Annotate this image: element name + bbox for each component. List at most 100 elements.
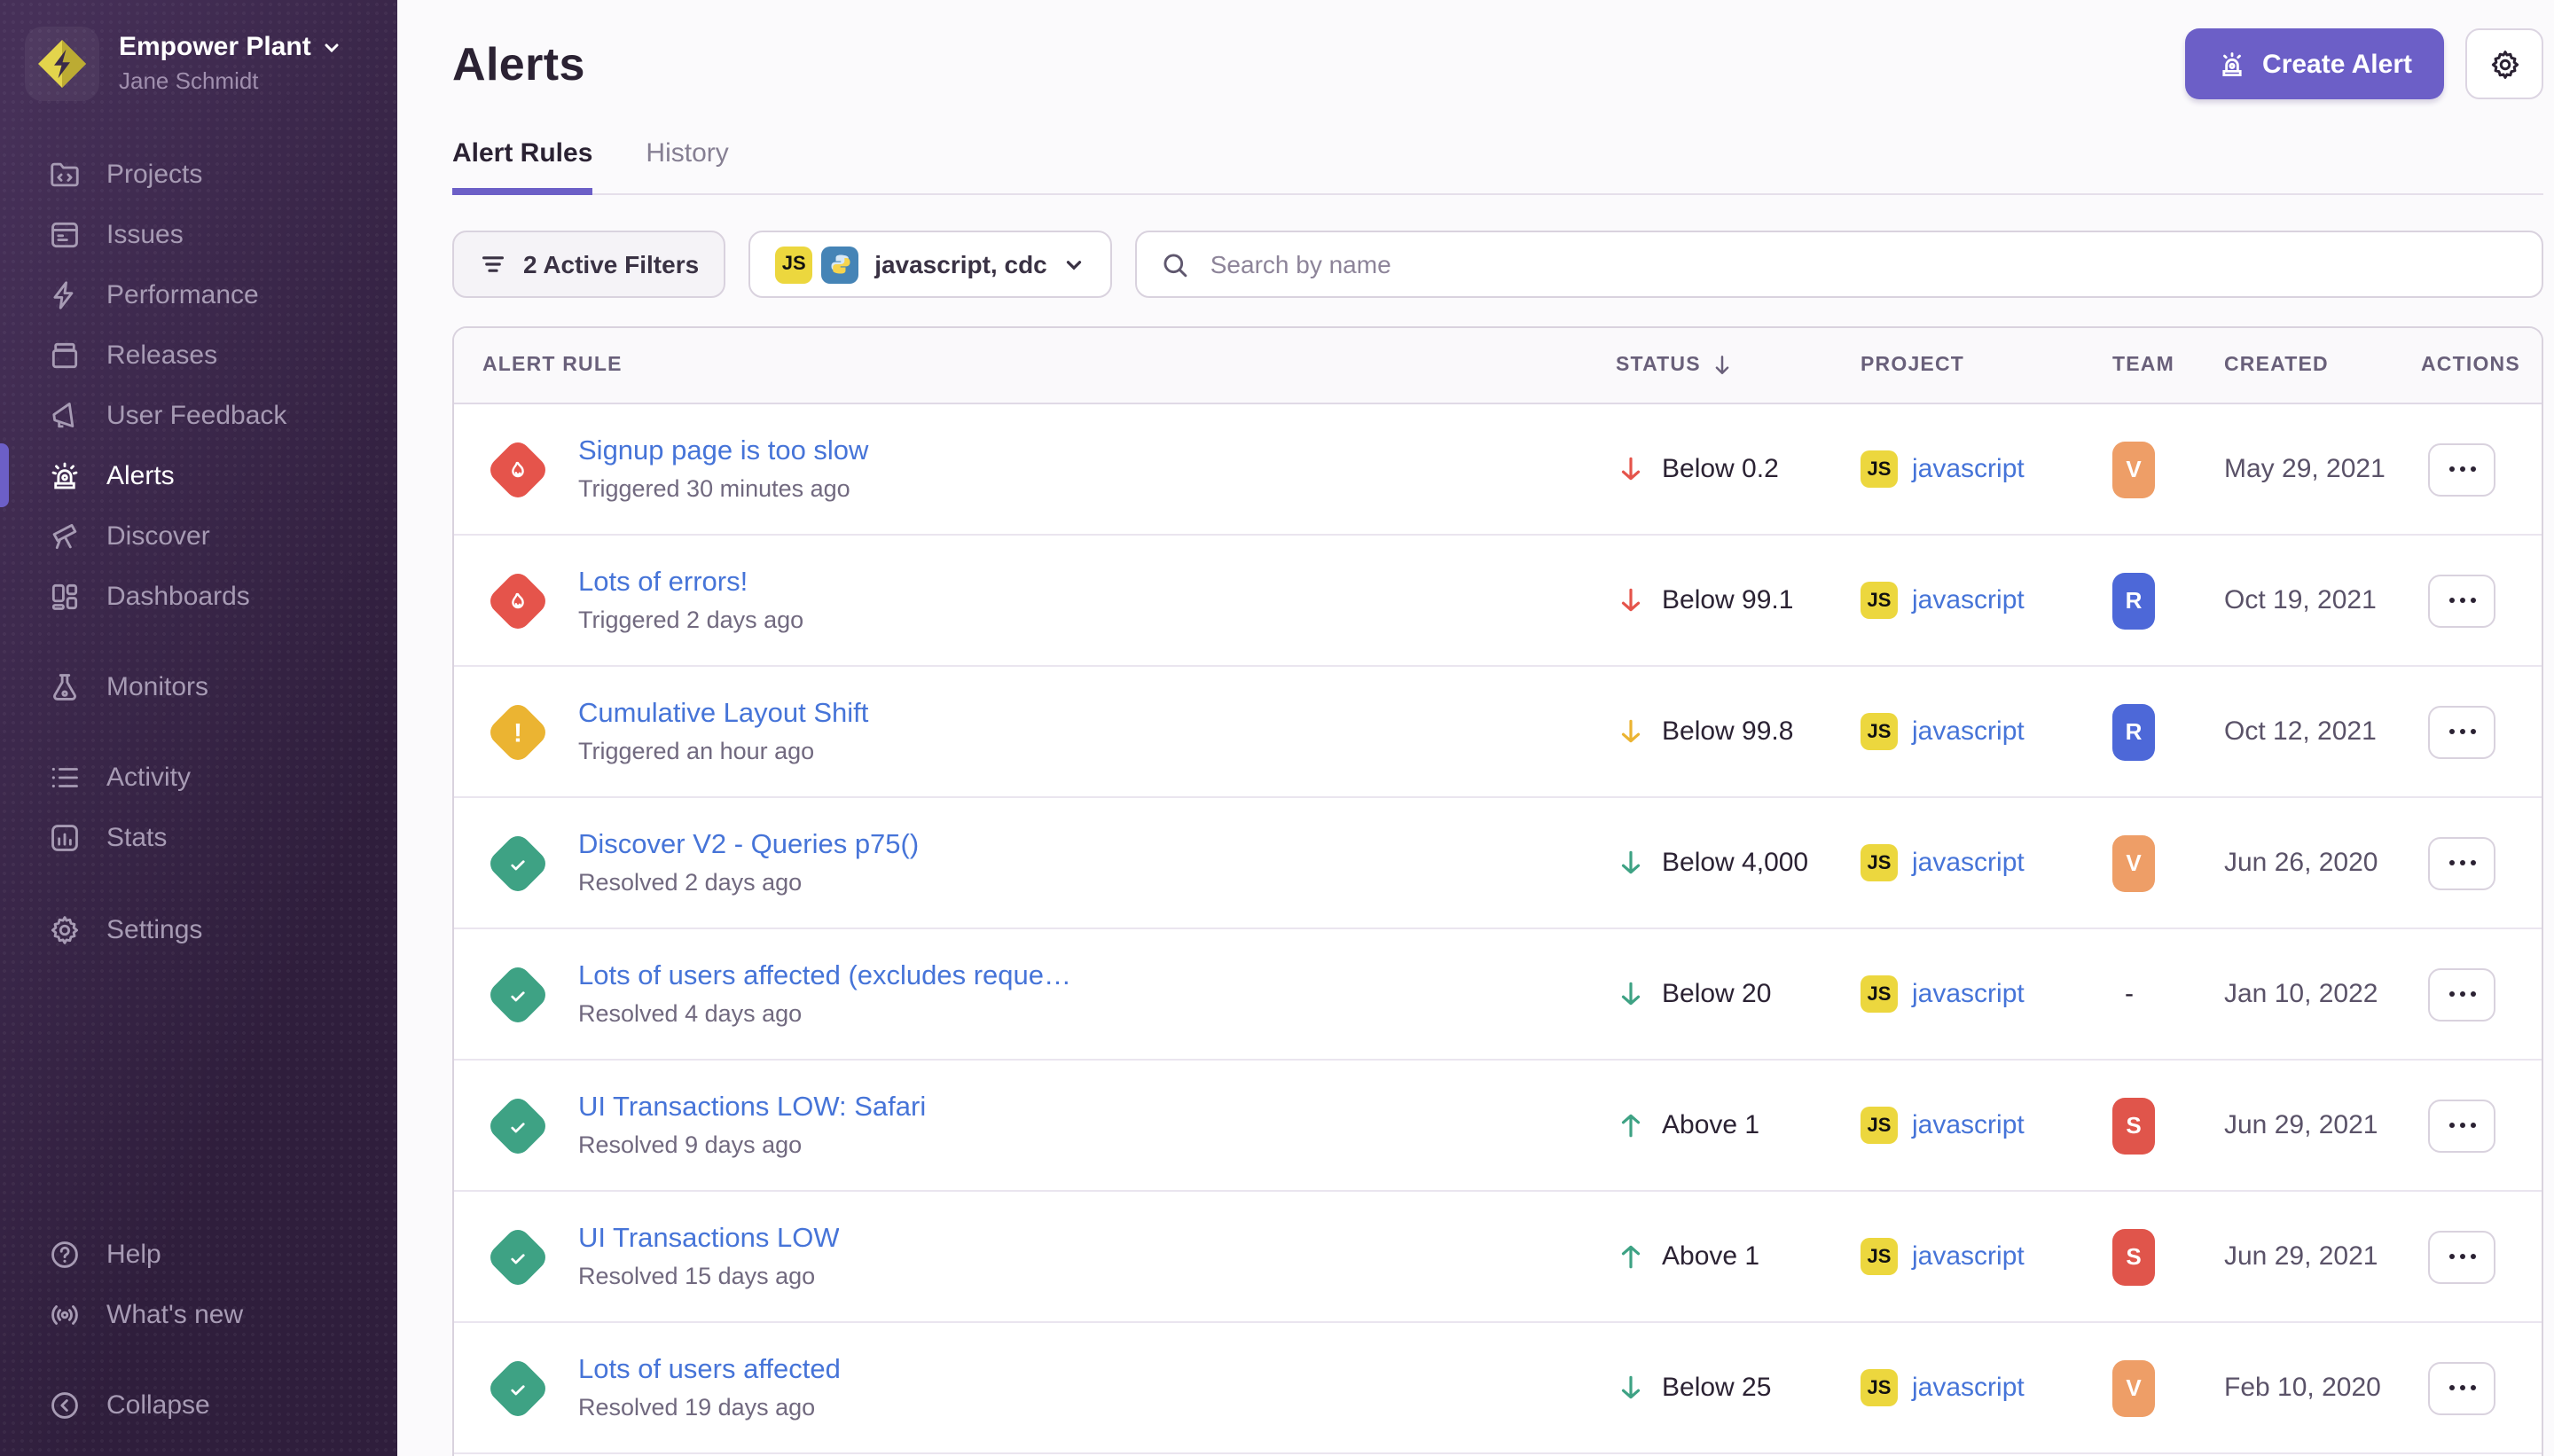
alert-rule-subtext: Resolved 9 days ago (578, 1131, 926, 1158)
column-header-created: CREATED (2224, 355, 2421, 376)
status-threshold: Above 1 (1662, 1110, 1759, 1140)
resolved-check-icon (485, 1092, 551, 1158)
org-switcher[interactable]: Empower Plant Jane Schmidt (0, 0, 397, 119)
sidebar-item-dashboards[interactable]: Dashboards (0, 566, 397, 626)
sidebar-item-discover[interactable]: Discover (0, 505, 397, 566)
sidebar-item-help[interactable]: Help (0, 1224, 397, 1284)
project-link[interactable]: javascript (1912, 1373, 2025, 1403)
folder-code-icon (46, 156, 82, 192)
sidebar-item-activity[interactable]: Activity (0, 747, 397, 807)
sidebar-item-projects[interactable]: Projects (0, 144, 397, 204)
sidebar-item-whats-new[interactable]: What's new (0, 1284, 397, 1344)
chevron-left-circle-icon (46, 1387, 82, 1422)
active-filters-button[interactable]: 2 Active Filters (452, 231, 725, 298)
row-actions-button[interactable] (2428, 1361, 2495, 1414)
row-actions-button[interactable] (2428, 836, 2495, 889)
alert-rule-subtext: Triggered 30 minutes ago (578, 475, 868, 502)
arrow-down-icon (1616, 979, 1646, 1009)
status-threshold: Below 4,000 (1662, 848, 1808, 878)
row-actions-button[interactable] (2428, 967, 2495, 1021)
arrow-down-icon (1616, 1373, 1646, 1403)
status-threshold: Below 20 (1662, 979, 1771, 1009)
main-content: Alerts Create Alert Alert Rules History … (397, 0, 2554, 1456)
dashboard-grid-icon (46, 578, 82, 614)
team-badge: R (2112, 572, 2155, 629)
status-threshold: Below 99.1 (1662, 585, 1793, 615)
alert-rule-link[interactable]: Lots of users affected (excludes reque… (578, 961, 1071, 993)
sort-desc-icon (1710, 353, 1735, 378)
status-threshold: Below 25 (1662, 1373, 1771, 1403)
tab-bar: Alert Rules History (452, 138, 2543, 195)
create-alert-button[interactable]: Create Alert (2184, 28, 2444, 99)
table-row: Lots of users affected Resolved 19 days … (454, 1323, 2542, 1454)
alert-rule-subtext: Resolved 15 days ago (578, 1263, 840, 1289)
sidebar-item-alerts[interactable]: Alerts (0, 445, 397, 505)
search-input[interactable] (1207, 248, 2519, 280)
sidebar-item-releases[interactable]: Releases (0, 325, 397, 385)
project-link[interactable]: javascript (1912, 1110, 2025, 1140)
status-threshold: Below 0.2 (1662, 454, 1779, 484)
created-date: Oct 19, 2021 (2224, 585, 2421, 615)
status-threshold: Below 99.8 (1662, 716, 1793, 747)
critical-fire-icon (485, 568, 551, 633)
arrow-up-icon (1616, 1241, 1646, 1272)
org-logo-icon (25, 27, 99, 101)
created-date: Jun 26, 2020 (2224, 848, 2421, 878)
telescope-icon (46, 518, 82, 553)
archive-icon (46, 337, 82, 372)
table-row: ! Cumulative Layout Shift Triggered an h… (454, 667, 2542, 798)
chevron-down-icon (322, 37, 343, 59)
row-actions-button[interactable] (2428, 1230, 2495, 1283)
javascript-platform-icon: JS (1861, 1107, 1898, 1144)
table-row: UI Transactions LOW Resolved 15 days ago… (454, 1192, 2542, 1323)
row-actions-button[interactable] (2428, 574, 2495, 627)
sidebar-item-issues[interactable]: Issues (0, 204, 397, 264)
alert-rule-link[interactable]: Discover V2 - Queries p75() (578, 830, 919, 862)
alert-rule-link[interactable]: UI Transactions LOW: Safari (578, 1092, 926, 1124)
gear-icon (2487, 47, 2521, 81)
alert-rule-link[interactable]: Lots of errors! (578, 568, 803, 599)
gear-icon (46, 912, 82, 947)
megaphone-icon (46, 397, 82, 433)
python-platform-icon (821, 246, 858, 283)
row-actions-button[interactable] (2428, 705, 2495, 758)
bar-chart-icon (46, 819, 82, 855)
project-link[interactable]: javascript (1912, 454, 2025, 484)
alerts-settings-button[interactable] (2465, 28, 2543, 99)
project-link[interactable]: javascript (1912, 979, 2025, 1009)
project-link[interactable]: javascript (1912, 848, 2025, 878)
sidebar-item-collapse[interactable]: Collapse (0, 1374, 397, 1435)
javascript-platform-icon: JS (1861, 1369, 1898, 1406)
tab-alert-rules[interactable]: Alert Rules (452, 138, 592, 195)
resolved-check-icon (485, 961, 551, 1027)
org-name: Empower Plant (119, 31, 311, 65)
search-icon (1161, 249, 1191, 279)
page-title: Alerts (452, 36, 585, 91)
sidebar-item-monitors[interactable]: Monitors (0, 656, 397, 716)
flask-icon (46, 669, 82, 704)
siren-icon (46, 458, 82, 493)
column-header-team: TEAM (2112, 355, 2224, 376)
sidebar-item-stats[interactable]: Stats (0, 807, 397, 867)
team-none: - (2112, 978, 2134, 1008)
javascript-platform-icon: JS (1861, 450, 1898, 488)
alert-rule-link[interactable]: Cumulative Layout Shift (578, 699, 868, 731)
arrow-up-icon (1616, 1110, 1646, 1140)
project-link[interactable]: javascript (1912, 585, 2025, 615)
project-link[interactable]: javascript (1912, 716, 2025, 747)
project-filter-dropdown[interactable]: JS javascript, cdc (748, 231, 1113, 298)
sidebar-item-user-feedback[interactable]: User Feedback (0, 385, 397, 445)
project-link[interactable]: javascript (1912, 1241, 2025, 1272)
alert-rule-link[interactable]: UI Transactions LOW (578, 1224, 840, 1256)
status-threshold: Above 1 (1662, 1241, 1759, 1272)
team-badge: V (2112, 1359, 2155, 1416)
javascript-platform-icon: JS (1861, 1238, 1898, 1275)
sidebar-item-settings[interactable]: Settings (0, 899, 397, 959)
alert-rule-link[interactable]: Lots of users affected (578, 1355, 841, 1387)
column-header-status[interactable]: STATUS (1616, 353, 1861, 378)
tab-history[interactable]: History (646, 138, 728, 195)
row-actions-button[interactable] (2428, 442, 2495, 496)
row-actions-button[interactable] (2428, 1099, 2495, 1152)
sidebar-item-performance[interactable]: Performance (0, 264, 397, 325)
alert-rule-link[interactable]: Signup page is too slow (578, 436, 868, 468)
